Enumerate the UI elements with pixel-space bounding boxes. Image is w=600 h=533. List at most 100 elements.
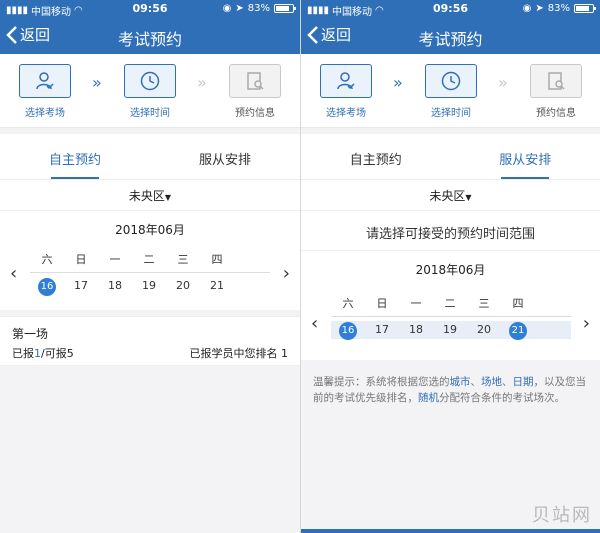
tips-separator: 、 (470, 376, 482, 388)
next-week-button[interactable]: › (283, 263, 290, 284)
date-range-row: 16 17 18 19 20 21 (331, 321, 571, 340)
page-title: 考试预约 (117, 30, 182, 49)
status-right: ◉ ➤ 83% (522, 3, 596, 14)
step-booking-info: 预约信息 (521, 64, 591, 119)
step-box (229, 64, 281, 98)
district-dropdown[interactable]: 未央区▼ (0, 180, 300, 210)
date-cell-in-range[interactable]: 18 (399, 321, 433, 339)
tips-separator: 、 (502, 376, 513, 388)
caret-down-icon: ▼ (164, 193, 172, 202)
booking-tabs: 自主预约 服从安排 (301, 134, 600, 180)
calendar-month: 2018年06月 (415, 263, 486, 277)
next-week-button[interactable]: › (583, 313, 590, 334)
watermark: 贝站网 (532, 505, 592, 526)
quota-suffix: /可报5 (41, 347, 74, 360)
tab-self-booking[interactable]: 自主预约 (301, 134, 451, 179)
step-box (530, 64, 582, 98)
date-cell[interactable]: 18 (98, 277, 132, 295)
lock-rotation-icon: ◉ (522, 3, 532, 14)
step-progress: 选择考场 » 选择时间 » 预约信息 (0, 54, 300, 128)
session-card[interactable]: 第一场 已报1/可报5 已报学员中您排名 1 (0, 316, 300, 366)
weekday-row: 六 日 一 二 三 四 (331, 295, 571, 317)
tips-city: 城市 (449, 376, 471, 388)
date-number: 16 (339, 322, 357, 340)
step-select-time: 选择时间 (115, 64, 185, 119)
clock-icon (441, 71, 461, 91)
date-cell-in-range[interactable]: 20 (467, 321, 501, 339)
date-cell-in-range[interactable]: 19 (433, 321, 467, 339)
person-check-icon (337, 72, 355, 90)
district-label: 未央区 (128, 189, 165, 203)
tab-assigned[interactable]: 服从安排 (451, 134, 600, 179)
nav-bar: 返回 考试预约 (301, 18, 600, 54)
step-booking-info: 预约信息 (220, 64, 290, 119)
tab-assigned[interactable]: 服从安排 (150, 134, 300, 179)
document-search-icon (548, 72, 565, 90)
step-label: 预约信息 (536, 108, 576, 119)
quota-count: 1 (34, 347, 41, 360)
document-search-icon (247, 72, 264, 90)
step-label: 选择考场 (25, 108, 65, 119)
prev-week-button[interactable]: ‹ (10, 263, 17, 284)
step-box (124, 64, 176, 98)
lock-rotation-icon: ◉ (222, 3, 232, 14)
district-label: 未央区 (429, 189, 466, 203)
calendar-month: 2018年06月 (115, 223, 185, 237)
date-cell[interactable]: 20 (166, 277, 200, 295)
battery-icon (574, 4, 596, 13)
page-title: 考试预约 (418, 30, 483, 49)
session-name: 第一场 (12, 327, 49, 341)
step-arrow-icon: » (92, 73, 102, 92)
date-cell-range-start[interactable]: 16 (331, 321, 365, 340)
weekday: 二 (444, 297, 456, 310)
tips-date: 日期 (512, 376, 534, 388)
battery-percent: 83% (547, 3, 570, 14)
status-bar: ▮▮▮▮ 中国移动 ◠ 09:56 ◉ ➤ 83% (301, 0, 600, 18)
date-cell-in-range[interactable]: 17 (365, 321, 399, 339)
rank-value: 1 (281, 347, 288, 360)
range-hint: 请选择可接受的预约时间范围 (301, 210, 600, 250)
date-range-calendar: 2018年06月 ‹ › 六 日 一 二 三 四 16 17 18 19 20 … (301, 250, 600, 360)
tab-self-booking[interactable]: 自主预约 (0, 134, 150, 179)
step-label: 选择时间 (431, 108, 471, 119)
date-cell[interactable]: 19 (132, 277, 166, 295)
step-box (320, 64, 372, 98)
booking-tabs: 自主预约 服从安排 (0, 134, 300, 180)
nav-bar: 返回 考试预约 (0, 18, 300, 54)
weekday: 日 (376, 297, 388, 310)
caret-down-icon: ▼ (465, 193, 472, 202)
weekday: 二 (143, 253, 155, 266)
step-label: 选择考场 (326, 108, 366, 119)
tips-text: 温馨提示：系统将根据您选的城市、场地、日期，以及您当前的考试优先级排名，随机分配… (301, 360, 600, 420)
status-bar: ▮▮▮▮ 中国移动 ◠ 09:56 ◉ ➤ 83% (0, 0, 300, 18)
step-select-venue: 选择考场 (311, 64, 381, 119)
weekday: 四 (512, 297, 524, 310)
step-progress: 选择考场 » 选择时间 » 预约信息 (301, 54, 600, 128)
prev-week-button[interactable]: ‹ (311, 313, 318, 334)
step-arrow-icon: » (498, 73, 508, 92)
person-check-icon (36, 72, 54, 90)
date-cell-range-end[interactable]: 21 (501, 321, 535, 340)
date-cell[interactable]: 17 (64, 277, 98, 295)
status-right: ◉ ➤ 83% (222, 3, 296, 14)
battery-percent: 83% (247, 3, 270, 14)
step-select-venue: 选择考场 (10, 64, 80, 119)
date-calendar: 2018年06月 ‹ › 六 日 一 二 三 四 16 17 18 19 20 … (0, 210, 300, 310)
step-select-time: 选择时间 (416, 64, 486, 119)
battery-icon (274, 4, 296, 13)
weekday: 六 (342, 297, 354, 310)
session-rank: 已报学员中您排名 1 (190, 345, 289, 361)
date-cell-selected[interactable]: 16 (30, 277, 64, 296)
district-dropdown[interactable]: 未央区▼ (301, 180, 600, 210)
weekday: 日 (75, 253, 87, 266)
tips-prefix: 温馨提示：系统将根据您选的 (313, 376, 450, 388)
date-number: 21 (509, 322, 527, 340)
session-quota: 已报1/可报5 (12, 345, 74, 361)
quota-prefix: 已报 (12, 347, 34, 360)
weekday: 一 (410, 297, 422, 310)
step-arrow-icon: » (393, 73, 403, 92)
step-arrow-icon: » (197, 73, 207, 92)
date-row: 16 17 18 19 20 21 (30, 277, 270, 296)
rank-label: 已报学员中您排名 (189, 347, 278, 360)
date-cell[interactable]: 21 (200, 277, 234, 295)
